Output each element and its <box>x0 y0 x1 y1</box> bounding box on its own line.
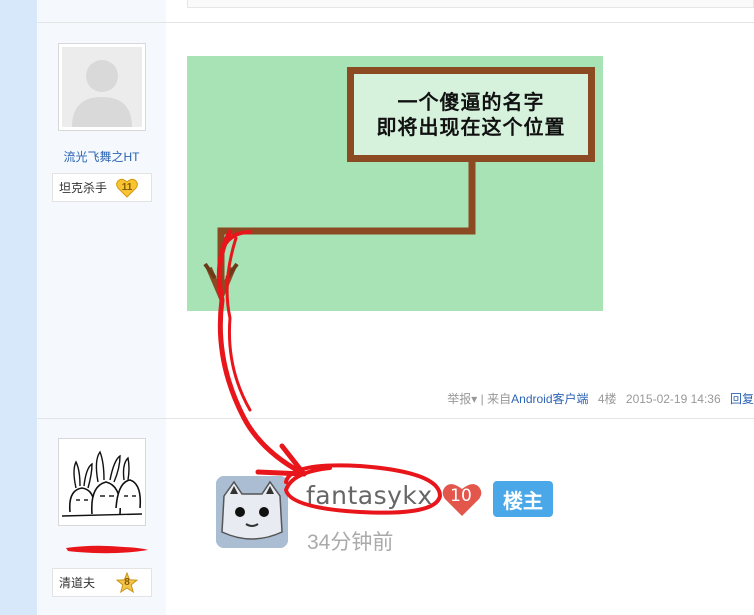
cat-avatar-icon <box>216 476 288 548</box>
post-divider-top <box>37 22 754 23</box>
rank-level: 11 <box>121 182 133 193</box>
client-link[interactable]: Android客户端 <box>511 392 588 406</box>
embedded-app-screenshot[interactable]: fantasykx 10 楼主 34分钟前 <box>216 470 576 560</box>
post-image[interactable]: 一个傻逼的名字 即将出现在这个位置 <box>187 56 603 311</box>
app-username: fantasykx <box>306 481 433 510</box>
report-dropdown-arrow-icon[interactable]: ▾ <box>471 392 477 406</box>
default-avatar-icon <box>62 47 142 127</box>
username-link[interactable]: 流光飞舞之HT <box>37 148 166 165</box>
rank-title-2: 清道夫 <box>59 576 96 590</box>
post-meta-bar: 举报▾ | 来自Android客户端 4楼 2015-02-19 14:36 回… <box>447 390 754 406</box>
level-star-icon: 8 <box>116 571 138 593</box>
meta-separator: | <box>480 392 484 406</box>
thread-host-badge: 楼主 <box>493 481 553 517</box>
rank-title: 坦克杀手 <box>59 181 108 195</box>
reply-link[interactable]: 回复 <box>730 392 754 406</box>
level-heart-icon: 11 <box>116 178 138 198</box>
app-post-time: 34分钟前 <box>307 531 394 554</box>
page-left-strip <box>0 0 37 615</box>
app-level-heart-icon: 10 <box>442 482 484 518</box>
user-rank-badge-2[interactable]: 清道夫 8 <box>52 568 152 597</box>
cartoon-rabbits-avatar-icon <box>62 442 142 522</box>
meme-sign-line-2: 即将出现在这个位置 <box>376 114 566 139</box>
report-link[interactable]: 举报 <box>447 392 471 406</box>
post-divider <box>37 418 754 419</box>
user-avatar[interactable] <box>58 43 146 131</box>
meme-sign-line-1: 一个傻逼的名字 <box>397 89 545 114</box>
floor-number: 4楼 <box>597 392 617 406</box>
rank-level-2: 8 <box>124 577 130 588</box>
app-level: 10 <box>450 486 472 506</box>
user-avatar-2[interactable] <box>58 438 146 526</box>
redacted-username-scribble <box>64 542 150 556</box>
meme-sign: 一个傻逼的名字 即将出现在这个位置 <box>347 67 595 162</box>
from-prefix: 来自 <box>487 392 512 406</box>
post-datetime: 2015-02-19 14:36 <box>625 392 721 406</box>
user-rank-badge[interactable]: 坦克杀手 11 <box>52 173 152 202</box>
previous-post-bottom <box>187 0 754 8</box>
